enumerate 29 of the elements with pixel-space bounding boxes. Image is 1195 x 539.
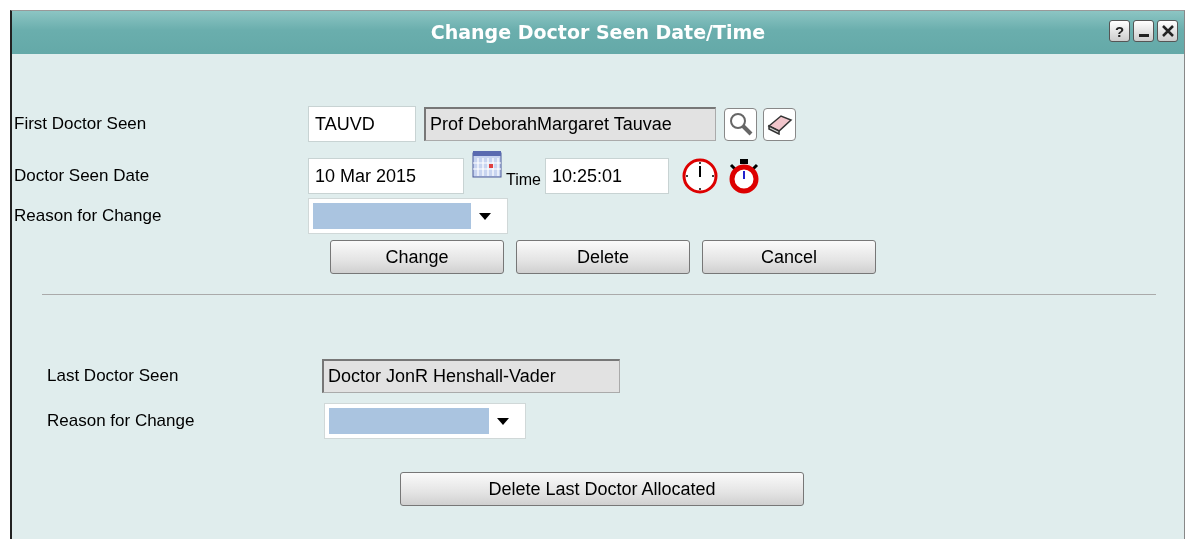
search-button[interactable]	[724, 107, 757, 141]
action-button[interactable]: Delete	[516, 240, 690, 274]
caret-icon	[497, 417, 509, 425]
help-button[interactable]: ?	[1109, 20, 1130, 42]
field-label: Reason for Change	[14, 205, 163, 228]
doctor-name-field: Doctor JonR Henshall-Vader	[322, 359, 620, 393]
eraser-button[interactable]	[763, 107, 796, 141]
time-field[interactable]: 10:25:01	[544, 158, 669, 194]
action-button[interactable]: Change	[330, 240, 504, 274]
date-field[interactable]: 10 Mar 2015	[308, 158, 464, 194]
code-field[interactable]: TAUVD	[308, 106, 416, 142]
search-icon	[727, 111, 754, 137]
delete-last-doctor-button[interactable]: Delete Last Doctor Allocated	[400, 472, 804, 506]
doctor-name-field: Prof DeborahMargaret Tauvae	[424, 107, 716, 141]
field-label: Doctor Seen Date	[14, 165, 151, 188]
minimize-icon	[1138, 33, 1149, 37]
time-label: Time	[506, 170, 541, 190]
eraser-icon	[766, 113, 793, 135]
caret-icon	[479, 212, 491, 220]
field-label: Reason for Change	[47, 410, 196, 433]
minimize-button[interactable]	[1133, 20, 1154, 42]
calendar-icon[interactable]	[472, 150, 502, 178]
action-button[interactable]: Cancel	[702, 240, 876, 274]
window-title: Change Doctor Seen Date/Time	[430, 20, 766, 46]
field-label: First Doctor Seen	[14, 113, 148, 136]
field-label: Last Doctor Seen	[47, 365, 180, 388]
close-button[interactable]	[1157, 20, 1178, 42]
clock-icon[interactable]	[680, 157, 719, 195]
close-icon	[1161, 25, 1174, 37]
